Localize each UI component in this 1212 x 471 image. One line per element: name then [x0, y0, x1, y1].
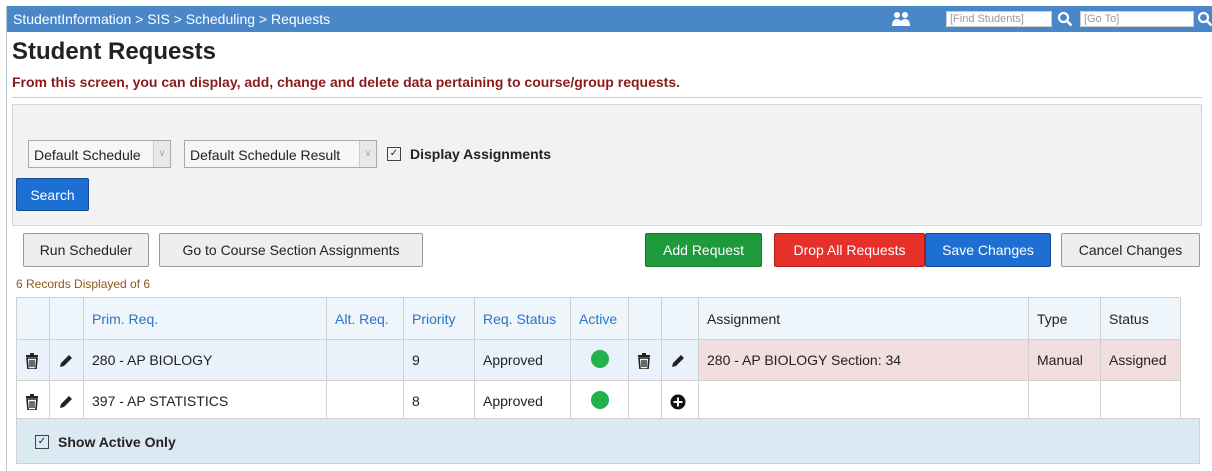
header-assign-edit [661, 297, 699, 340]
req-status-cell: Approved [474, 380, 571, 422]
delete-request-cell[interactable] [16, 339, 50, 381]
show-active-only-checkbox[interactable]: ✓ [35, 435, 49, 449]
add-request-button[interactable]: Add Request [645, 233, 762, 267]
header-prim-req[interactable]: Prim. Req. [83, 297, 327, 340]
header-edit [49, 297, 84, 340]
edit-assignment-cell[interactable] [661, 339, 699, 381]
display-assignments-checkbox[interactable]: ✓ [387, 147, 401, 161]
page-description: From this screen, you can display, add, … [12, 74, 681, 90]
header-active[interactable]: Active [570, 297, 629, 340]
search-icon[interactable] [1057, 11, 1073, 27]
go-to-input[interactable]: [Go To] [1080, 11, 1194, 27]
table-footer [16, 418, 1200, 464]
chevron-down-icon: ∨ [153, 141, 170, 167]
divider [12, 97, 1202, 98]
header-assignment: Assignment [698, 297, 1029, 340]
schedule-select-value: Default Schedule [34, 147, 141, 163]
display-assignments-label: Display Assignments [410, 146, 552, 162]
type-cell: Manual [1028, 339, 1101, 381]
alt-req-cell [326, 380, 404, 422]
trash-icon[interactable] [25, 352, 39, 369]
active-indicator [590, 390, 609, 409]
assignment-cell [698, 380, 1029, 422]
records-count: 6 Records Displayed of 6 [16, 277, 151, 291]
table-row: 280 - AP BIOLOGY 9 Approved 280 - AP BIO… [16, 339, 1181, 381]
top-bar: StudentInformation > SIS > Scheduling > … [7, 6, 1212, 32]
delete-request-cell[interactable] [16, 380, 50, 422]
pencil-icon[interactable] [58, 353, 74, 369]
status-cell: Assigned [1100, 339, 1181, 381]
chevron-down-icon: ∨ [359, 141, 376, 167]
people-icon[interactable] [891, 10, 911, 28]
delete-assignment-cell[interactable] [628, 339, 662, 381]
req-status-cell: Approved [474, 339, 571, 381]
schedule-result-select-value: Default Schedule Result [190, 147, 341, 163]
header-assign-delete [628, 297, 662, 340]
pencil-icon[interactable] [670, 353, 686, 369]
empty-cell [628, 380, 662, 422]
breadcrumb[interactable]: StudentInformation > SIS > Scheduling > … [13, 11, 330, 27]
header-delete [16, 297, 50, 340]
find-students-input[interactable]: [Find Students] [946, 11, 1052, 27]
trash-icon[interactable] [25, 393, 39, 410]
search-button[interactable]: Search [16, 178, 89, 211]
header-status: Status [1100, 297, 1181, 340]
type-cell [1028, 380, 1101, 422]
prim-req-cell: 397 - AP STATISTICS [83, 380, 327, 422]
search-icon[interactable] [1197, 11, 1212, 27]
requests-table: Prim. Req. Alt. Req. Priority Req. Statu… [16, 297, 1181, 422]
alt-req-cell [326, 339, 404, 381]
table-header-row: Prim. Req. Alt. Req. Priority Req. Statu… [16, 297, 1181, 340]
edit-request-cell[interactable] [49, 380, 84, 422]
drop-all-requests-button[interactable]: Drop All Requests [774, 233, 925, 267]
header-priority[interactable]: Priority [403, 297, 475, 340]
go-to-course-section-button[interactable]: Go to Course Section Assignments [159, 233, 423, 267]
page-title: Student Requests [12, 38, 217, 65]
active-cell [570, 339, 629, 381]
run-scheduler-button[interactable]: Run Scheduler [23, 233, 149, 267]
pencil-icon[interactable] [58, 394, 74, 410]
status-cell [1100, 380, 1181, 422]
header-req-status[interactable]: Req. Status [474, 297, 571, 340]
trash-icon[interactable] [637, 352, 651, 369]
save-changes-button[interactable]: Save Changes [925, 233, 1051, 267]
priority-cell: 9 [403, 339, 475, 381]
active-indicator [590, 349, 609, 368]
prim-req-cell: 280 - AP BIOLOGY [83, 339, 327, 381]
schedule-select[interactable]: Default Schedule ∨ [28, 140, 171, 168]
plus-circle-icon[interactable] [670, 394, 686, 410]
priority-cell: 8 [403, 380, 475, 422]
header-alt-req[interactable]: Alt. Req. [326, 297, 404, 340]
add-assignment-cell[interactable] [661, 380, 699, 422]
header-type: Type [1028, 297, 1101, 340]
active-cell [570, 380, 629, 422]
cancel-changes-button[interactable]: Cancel Changes [1061, 233, 1200, 267]
show-active-only-label: Show Active Only [58, 434, 176, 450]
schedule-result-select[interactable]: Default Schedule Result ∨ [184, 140, 377, 168]
table-row: 397 - AP STATISTICS 8 Approved [16, 380, 1181, 422]
assignment-cell: 280 - AP BIOLOGY Section: 34 [698, 339, 1029, 381]
edit-request-cell[interactable] [49, 339, 84, 381]
